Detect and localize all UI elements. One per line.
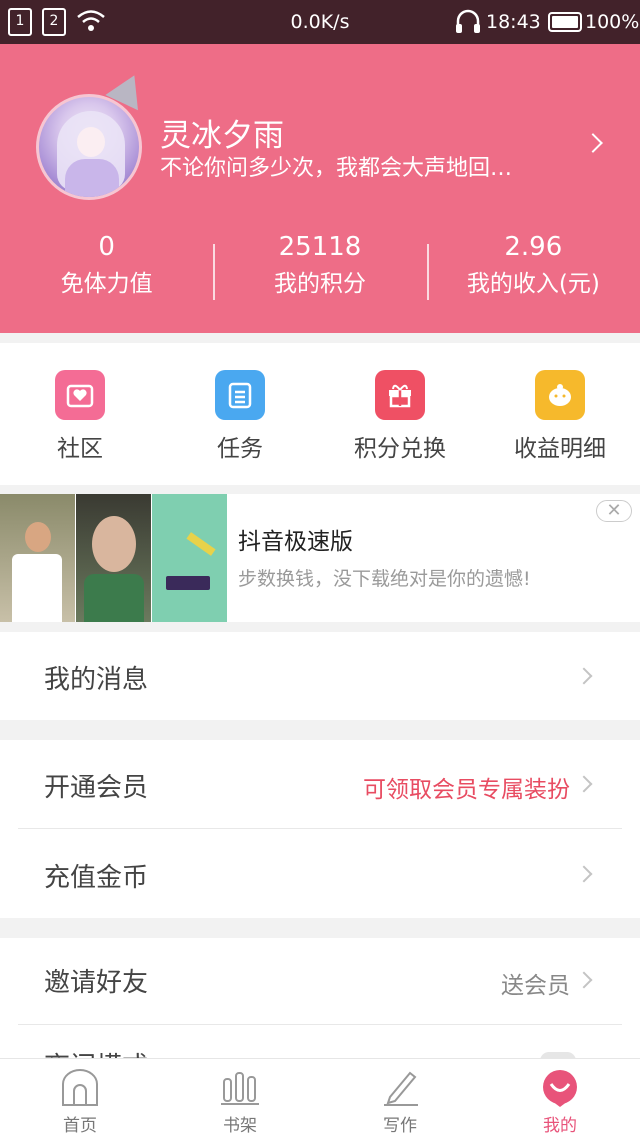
row-label[interactable]: 邀请好友: [44, 962, 148, 999]
ad-description: 步数换钱，没下载绝对是你的遗憾!: [238, 568, 531, 590]
action-community[interactable]: 社区: [0, 343, 160, 485]
action-label: 收益明细: [514, 436, 606, 462]
chevron-right-icon: [575, 775, 593, 793]
action-label: 社区: [57, 436, 103, 462]
nav-label: 书架: [223, 1116, 257, 1136]
user-signature: 不论你问多少次，我都会大声地回…: [160, 156, 513, 181]
action-points-exchange[interactable]: 积分兑换: [320, 343, 480, 485]
action-label: 积分兑换: [354, 436, 446, 462]
divider: [18, 1024, 622, 1025]
stat-value: 2.96: [504, 232, 563, 262]
quick-actions: 社区 任务 积分兑换 收益明细: [0, 343, 640, 485]
action-label: 任务: [217, 436, 263, 462]
action-tasks[interactable]: 任务: [160, 343, 320, 485]
clock: 18:43: [486, 11, 541, 33]
chevron-right-icon: [575, 865, 593, 883]
close-icon[interactable]: ✕: [596, 500, 632, 522]
stat-label: 我的积分: [273, 271, 366, 297]
nav-label: 我的: [543, 1116, 577, 1136]
row-label: 我的消息: [44, 665, 149, 695]
nav-home[interactable]: 首页: [0, 1059, 160, 1138]
ad-banner[interactable]: 抖音极速版 步数换钱，没下载绝对是你的遗憾! ✕: [0, 494, 640, 622]
profile-icon: [543, 1070, 577, 1107]
divider: [18, 828, 622, 829]
nav-profile[interactable]: 我的: [480, 1059, 640, 1138]
menu-group-invite: 邀请好友 送会员 夜间模式: [0, 938, 640, 1070]
user-name: 灵冰夕雨: [160, 118, 284, 154]
stat-value: 25118: [278, 232, 362, 262]
task-icon: [215, 370, 265, 420]
status-bar: 1 2 0.0K/s 18:43 100%: [0, 0, 640, 44]
headset-icon: [456, 9, 480, 33]
gift-icon: [375, 370, 425, 420]
nav-label: 首页: [63, 1116, 97, 1136]
menu-messages[interactable]: 我的消息: [0, 632, 640, 720]
nav-label: 写作: [383, 1116, 417, 1136]
battery-icon: [548, 12, 582, 32]
bottom-nav: 首页 书架 写作 我的: [0, 1058, 640, 1138]
stat-points[interactable]: 25118 我的积分: [213, 230, 426, 310]
ad-title: 抖音极速版: [238, 529, 353, 555]
pen-icon: [384, 1071, 418, 1106]
chevron-right-icon: [575, 971, 593, 989]
stat-stamina[interactable]: 0 免体力值: [0, 230, 213, 310]
row-label[interactable]: 充值金币: [44, 857, 148, 894]
ad-image: [0, 494, 75, 622]
stat-label: 免体力值: [60, 271, 153, 297]
nav-bookshelf[interactable]: 书架: [160, 1059, 320, 1138]
chevron-right-icon: [575, 667, 593, 685]
stat-value: 0: [98, 232, 115, 262]
invite-reward-text: 送会员: [501, 973, 570, 999]
row-label: 开通会员: [44, 773, 149, 803]
bookshelf-icon: [221, 1072, 259, 1105]
battery-percent: 100%: [585, 11, 640, 33]
network-speed: 0.0K/s: [290, 11, 350, 33]
stat-income[interactable]: 2.96 我的收入(元): [426, 230, 640, 310]
ad-image: [152, 494, 227, 622]
stats-bar: 0 免体力值 25118 我的积分 2.96 我的收入(元): [0, 230, 640, 310]
home-icon: [62, 1069, 98, 1106]
stat-label: 我的收入(元): [466, 271, 600, 297]
vip-promo-text[interactable]: 可领取会员专属装扮: [363, 770, 570, 804]
ad-image: [76, 494, 151, 622]
community-icon: [55, 370, 105, 420]
nav-write[interactable]: 写作: [320, 1059, 480, 1138]
avatar[interactable]: [36, 94, 142, 200]
action-income-details[interactable]: 收益明细: [480, 343, 640, 485]
profile-header[interactable]: 灵冰夕雨 不论你问多少次，我都会大声地回… 0 免体力值 25118 我的积分 …: [0, 44, 640, 333]
chevron-right-icon[interactable]: [583, 133, 603, 153]
menu-group-vip: 开通会员 可领取会员专属装扮 充值金币: [0, 740, 640, 918]
piggy-bank-icon: [535, 370, 585, 420]
